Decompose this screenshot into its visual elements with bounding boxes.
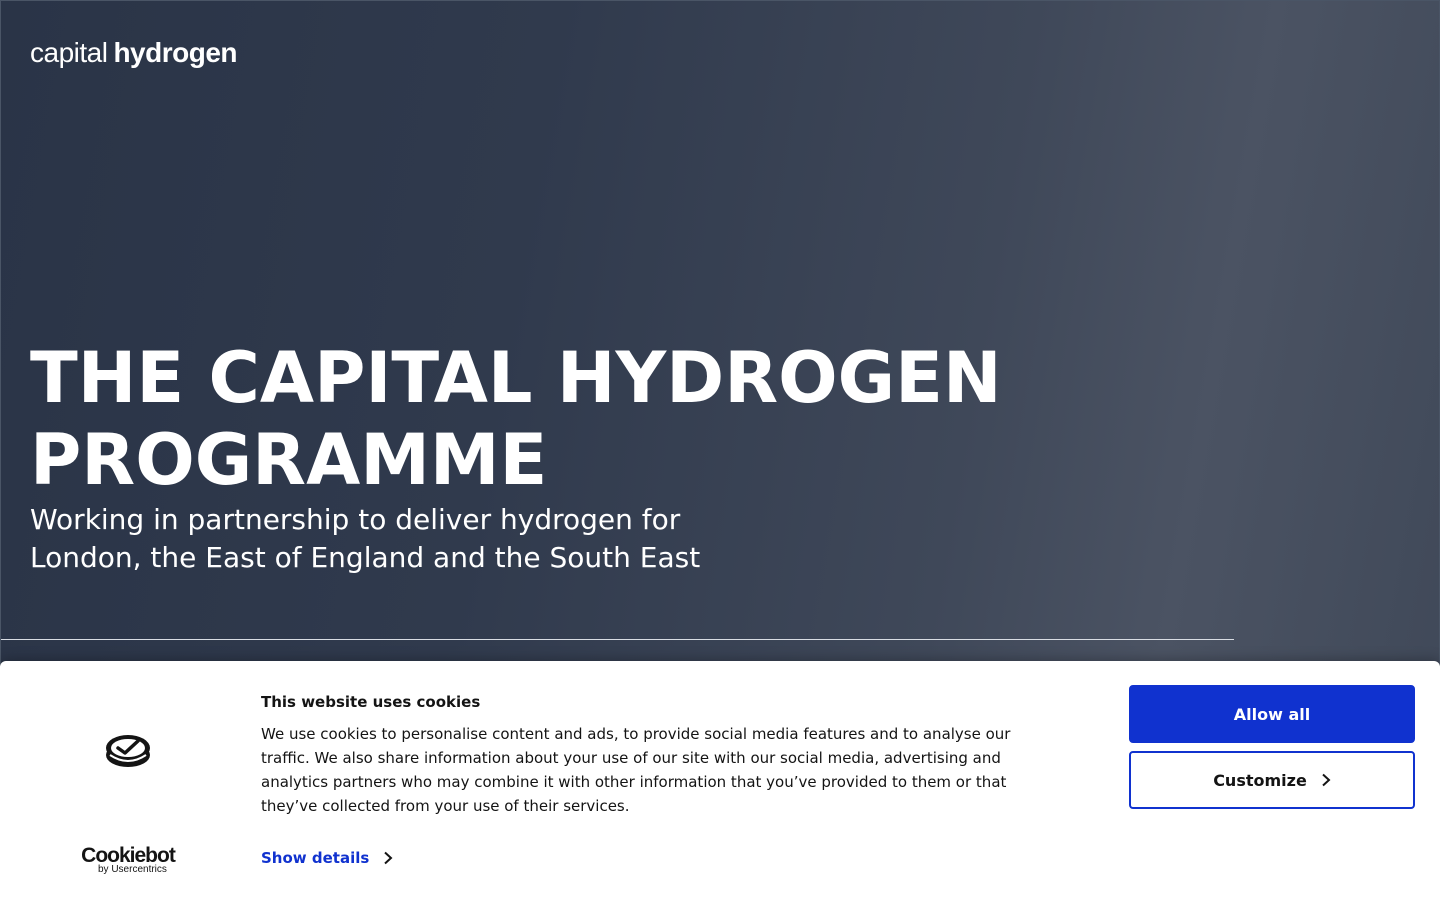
customize-label: Customize — [1213, 770, 1307, 790]
chevron-right-icon — [384, 851, 393, 865]
chevron-right-icon — [1322, 773, 1331, 787]
hero-subtitle-line-1: Working in partnership to deliver hydrog… — [30, 503, 681, 536]
cookie-text-line: We use cookies to personalise content an… — [261, 725, 1011, 743]
cookie-text-line: traffic. We also share information about… — [261, 749, 1001, 767]
hero-title: THE CAPITAL HYDROGEN PROGRAMME — [30, 337, 1030, 501]
hero-title-line-2: PROGRAMME — [30, 419, 548, 501]
cookie-text-line: they’ve collected from your use of their… — [261, 797, 630, 815]
cookiebot-wordmark: Cookiebot by Usercentrics — [76, 845, 180, 875]
allow-all-button[interactable]: Allow all — [1129, 685, 1415, 743]
hero-divider — [1, 639, 1234, 640]
hero-subtitle-line-2: London, the East of England and the Sout… — [30, 541, 701, 574]
cookie-banner-description: We use cookies to personalise content an… — [261, 722, 1081, 818]
cookie-banner-title: This website uses cookies — [261, 693, 481, 711]
show-details-label: Show details — [261, 849, 370, 867]
hero-title-line-1: THE CAPITAL HYDROGEN — [30, 337, 1002, 419]
cookiebot-logo-icon — [106, 735, 150, 767]
show-details-link[interactable]: Show details — [261, 849, 393, 867]
allow-all-label: Allow all — [1233, 704, 1311, 724]
hero-subtitle: Working in partnership to deliver hydrog… — [30, 501, 730, 577]
cookie-consent-banner: Cookiebot by Usercentrics This website u… — [0, 661, 1440, 900]
customize-button[interactable]: Customize — [1129, 751, 1415, 809]
logo-text-light: capital — [30, 37, 108, 68]
cookie-text-line: analytics partners who may combine it wi… — [261, 773, 1007, 791]
capital-hydrogen-logo[interactable]: capital hydrogen — [30, 37, 237, 69]
logo-text-bold: hydrogen — [113, 37, 237, 68]
